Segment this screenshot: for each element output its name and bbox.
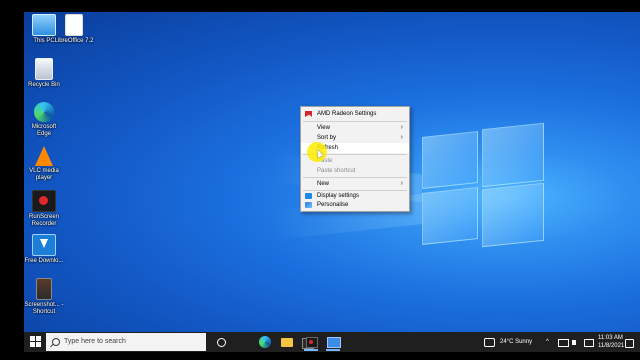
menu-separator bbox=[303, 121, 407, 122]
desktop[interactable]: This PC LibreOffice 7.2 Recycle Bin Micr… bbox=[24, 12, 640, 332]
desktop-icon-free-download[interactable]: Free Downlo... bbox=[24, 234, 64, 265]
windows-start-icon-pane bbox=[36, 336, 41, 341]
taskbar: Type here to search 24°C Sunny ^ 11:03 A… bbox=[24, 332, 640, 352]
windows-logo-wallpaper bbox=[272, 122, 564, 248]
network-icon[interactable] bbox=[556, 336, 570, 350]
desktop-icon-shortcut[interactable]: Screenshot... - Shortcut bbox=[24, 278, 64, 316]
shortcut-icon bbox=[36, 278, 52, 300]
edge-icon[interactable] bbox=[258, 335, 272, 349]
desktop-icon-vlc[interactable]: VLC media player bbox=[24, 146, 64, 182]
desktop-icon-label: Free Downlo... bbox=[24, 258, 64, 264]
language-icon[interactable] bbox=[582, 336, 596, 350]
chevron-right-icon: › bbox=[400, 124, 403, 131]
remote-desktop-icon[interactable] bbox=[326, 335, 341, 351]
desktop-icon-label: Microsoft Edge bbox=[31, 124, 57, 137]
letterbox-top bbox=[0, 0, 640, 12]
edge-icon bbox=[34, 102, 54, 122]
file-explorer-icon[interactable] bbox=[280, 335, 294, 349]
display-settings-icon bbox=[305, 193, 312, 199]
desktop-icon-edge[interactable]: Microsoft Edge bbox=[24, 102, 64, 138]
menu-item-view[interactable]: View › bbox=[301, 123, 409, 133]
desktop-icon-screen-recorder[interactable]: RunScreen Recorder bbox=[24, 190, 64, 228]
clock-time[interactable]: 11:03 AM bbox=[598, 334, 623, 342]
desktop-icon-recycle-bin[interactable]: Recycle Bin bbox=[24, 58, 64, 89]
desktop-icon-label: Screenshot... - Shortcut bbox=[24, 302, 64, 315]
clock-date[interactable]: 11/8/2021 bbox=[598, 342, 624, 350]
libreoffice-icon bbox=[65, 14, 83, 36]
menu-item-new[interactable]: New › bbox=[301, 179, 409, 189]
chevron-up-icon[interactable]: ^ bbox=[546, 338, 549, 346]
screen-recorder-icon[interactable] bbox=[304, 335, 318, 351]
free-download-icon bbox=[32, 234, 56, 256]
taskbar-search-box[interactable]: Type here to search bbox=[46, 333, 206, 351]
notification-icon[interactable] bbox=[622, 336, 636, 350]
recycle-bin-icon bbox=[35, 58, 53, 80]
amd-radeon-icon bbox=[305, 111, 312, 117]
search-icon bbox=[52, 338, 60, 346]
menu-separator bbox=[303, 177, 407, 178]
menu-item-personalise[interactable]: Personalise bbox=[301, 200, 409, 210]
screen-recorder-icon bbox=[32, 190, 56, 212]
desktop-icon-label: Recycle Bin bbox=[28, 82, 60, 88]
search-placeholder: Type here to search bbox=[64, 338, 126, 345]
desktop-icon-label: VLC media player bbox=[29, 168, 59, 181]
personalise-icon bbox=[305, 202, 312, 208]
desktop-icon-label: RunScreen Recorder bbox=[28, 214, 60, 227]
desktop-icon-label: LibreOffice 7.2 bbox=[54, 38, 94, 44]
menu-item-amd-radeon-settings[interactable]: AMD Radeon Settings bbox=[301, 109, 409, 119]
weather-icon[interactable] bbox=[482, 335, 496, 349]
this-pc-icon bbox=[32, 14, 56, 36]
windows-start-icon-pane bbox=[30, 342, 35, 347]
weather-text[interactable]: 24°C Sunny bbox=[500, 338, 532, 346]
task-view-icon[interactable] bbox=[214, 335, 228, 349]
vlc-icon bbox=[35, 146, 53, 166]
chevron-right-icon: › bbox=[400, 134, 403, 141]
chevron-right-icon: › bbox=[400, 180, 403, 187]
desktop-icon-libreoffice[interactable]: LibreOffice 7.2 bbox=[54, 14, 94, 45]
windows-start-icon bbox=[30, 336, 35, 341]
start-button[interactable] bbox=[30, 336, 41, 347]
letterbox-bottom bbox=[0, 352, 640, 360]
windows-start-icon-pane bbox=[36, 342, 41, 347]
menu-item-paste-shortcut[interactable]: Paste shortcut bbox=[301, 166, 409, 176]
